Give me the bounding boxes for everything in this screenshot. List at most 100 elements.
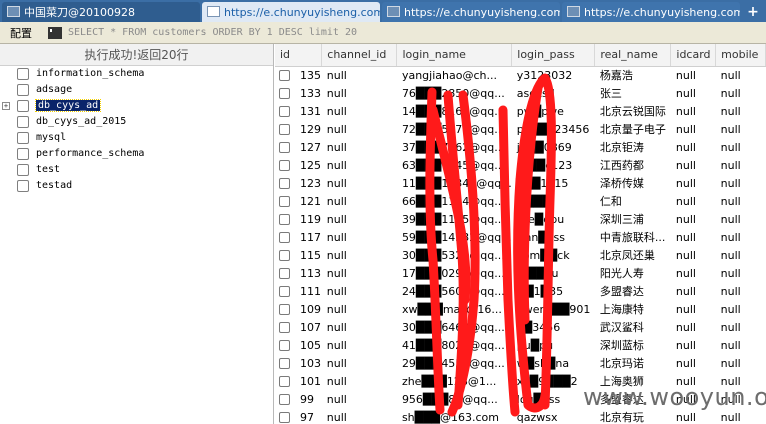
table-row[interactable]: 131 null 14███8169@qq... pw█pwe 北京云锐国际 null nu… bbox=[275, 102, 766, 120]
database-item[interactable]: db_cyys_ad_2015 bbox=[0, 114, 273, 130]
tab-label: 中国菜刀@20100928 bbox=[24, 6, 135, 19]
tab-url[interactable]: https://e.chunyuyisheng.com... bbox=[562, 2, 740, 22]
column-header[interactable]: login_name bbox=[396, 44, 513, 67]
table-cell: a██1015 bbox=[516, 176, 569, 190]
table-row[interactable]: 113 null 17███0298@qq... re██ou 阳光人寿 null null bbox=[275, 264, 766, 282]
config-button[interactable]: 配置 bbox=[0, 25, 48, 41]
sql-query-input[interactable]: SELECT * FROM customers ORDER BY 1 DESC … bbox=[68, 27, 357, 38]
column-header[interactable]: real_name bbox=[594, 44, 672, 67]
table-cell: 29███4556@qq... bbox=[401, 356, 505, 370]
table-row[interactable]: 115 null 30███5329@qq... com██ck 北京凤还巢 null nu… bbox=[275, 246, 766, 264]
table-cell: null bbox=[720, 176, 741, 190]
row-checkbox-icon[interactable] bbox=[279, 70, 290, 82]
row-checkbox-icon[interactable] bbox=[279, 304, 290, 315]
browser-page-icon bbox=[567, 6, 580, 17]
column-header[interactable]: mobile bbox=[715, 44, 766, 67]
table-row[interactable]: 117 null 59███14532@qq... rinn█ass 中青旅联科... n… bbox=[275, 228, 766, 246]
tab-label: https://e.chunyuyisheng.com... bbox=[224, 5, 380, 19]
table-cell: null bbox=[675, 266, 696, 280]
row-checkbox-icon[interactable] bbox=[279, 178, 290, 189]
table-cell: zhe███128@1... bbox=[401, 374, 497, 388]
table-cell: null bbox=[326, 410, 347, 424]
database-item[interactable]: + db_cyys_ad bbox=[0, 98, 273, 114]
row-checkbox-icon[interactable] bbox=[279, 88, 290, 99]
row-checkbox-icon[interactable] bbox=[279, 196, 290, 207]
id-cell: 117 bbox=[275, 228, 322, 246]
table-row[interactable]: 129 null 72███5570@qq... pa██123456 北京量子电子 nu… bbox=[275, 120, 766, 138]
table-row[interactable]: 121 null 66███1184@qq... ████ 仁和 null null bbox=[275, 192, 766, 210]
table-row[interactable]: 111 null 24███5606@qq... ██1█35 多盟睿达 null null bbox=[275, 282, 766, 300]
table-row[interactable]: 119 null 39███1105@qq... bre█dpu 深圳三浦 null nul… bbox=[275, 210, 766, 228]
table-cell: null bbox=[675, 104, 696, 118]
table-cell: null bbox=[675, 86, 696, 100]
table-cell: 阳光人寿 bbox=[599, 267, 644, 280]
database-item[interactable]: test bbox=[0, 162, 273, 178]
row-checkbox-icon[interactable] bbox=[279, 160, 290, 171]
table-cell: 仁和 bbox=[599, 195, 622, 208]
row-checkbox-icon[interactable] bbox=[279, 142, 290, 153]
table-row[interactable]: 133 null 76███2850@qq... asdzsd 张三 null null bbox=[275, 84, 766, 102]
table-row[interactable]: 105 null 41███8023@qq... pu█pu 深圳蓝标 null null bbox=[275, 336, 766, 354]
database-icon bbox=[17, 180, 29, 192]
table-cell: null bbox=[720, 194, 741, 208]
table-cell: bre█dpu bbox=[516, 212, 565, 226]
database-item[interactable]: testad bbox=[0, 178, 273, 194]
table-cell: 24███5606@qq... bbox=[401, 284, 505, 298]
database-name: mysql bbox=[36, 132, 67, 143]
row-checkbox-icon[interactable] bbox=[279, 394, 290, 405]
table-cell: ju██0869 bbox=[516, 140, 572, 154]
table-row[interactable]: 103 null 29███4556@qq... w█sh█na 北京玛诺 null nul… bbox=[275, 354, 766, 372]
column-header[interactable]: id bbox=[275, 44, 323, 67]
tab-url-active[interactable]: https://e.chunyuyisheng.com... bbox=[202, 2, 380, 22]
table-row[interactable]: 127 null 37███7562@qq... ju██0869 北京钜涛 null nu… bbox=[275, 138, 766, 156]
row-checkbox-icon[interactable] bbox=[279, 106, 290, 117]
row-checkbox-icon[interactable] bbox=[279, 358, 290, 369]
database-list: information_schema adsage + db_cyys_ad db_cy… bbox=[0, 66, 273, 194]
table-row[interactable]: 107 null 30███6460@qq... 1█3456 武汉鲨科 null null bbox=[275, 318, 766, 336]
table-cell: null bbox=[720, 266, 741, 280]
id-value: 129 bbox=[300, 122, 321, 136]
row-checkbox-icon[interactable] bbox=[279, 286, 290, 297]
row-checkbox-icon[interactable] bbox=[279, 412, 290, 423]
tab-caidao[interactable]: 中国菜刀@20100928 bbox=[2, 2, 200, 22]
table-cell: xw███mail@16... bbox=[401, 302, 502, 316]
row-checkbox-icon[interactable] bbox=[279, 376, 290, 387]
table-cell: 66███1184@qq... bbox=[401, 194, 505, 208]
id-value: 111 bbox=[300, 284, 321, 298]
table-cell: null bbox=[720, 230, 741, 244]
column-header[interactable]: login_pass bbox=[511, 44, 596, 67]
id-cell: 99 bbox=[275, 390, 322, 408]
row-checkbox-icon[interactable] bbox=[279, 214, 290, 225]
database-item[interactable]: mysql bbox=[0, 130, 273, 146]
table-cell: null bbox=[675, 158, 696, 172]
id-value: 97 bbox=[300, 410, 314, 424]
row-checkbox-icon[interactable] bbox=[279, 250, 290, 261]
expand-icon[interactable]: + bbox=[2, 102, 10, 110]
table-cell: 76███2850@qq... bbox=[401, 86, 505, 100]
database-item[interactable]: adsage bbox=[0, 82, 273, 98]
id-value: 135 bbox=[300, 68, 321, 82]
id-value: 99 bbox=[300, 392, 314, 406]
row-checkbox-icon[interactable] bbox=[279, 340, 290, 351]
table-row[interactable]: 123 null 11███10346@qq... a██1015 泽桥传媒 null nu… bbox=[275, 174, 766, 192]
table-cell: 72███5570@qq... bbox=[401, 122, 505, 136]
table-cell: null bbox=[326, 212, 347, 226]
table-cell: null bbox=[720, 104, 741, 118]
new-tab-button[interactable]: + bbox=[742, 2, 764, 22]
table-row[interactable]: 109 null xw███mail@16... qwer███901 上海康特 null… bbox=[275, 300, 766, 318]
column-header[interactable]: channel_id bbox=[321, 44, 398, 67]
table-row[interactable]: 125 null 63███7345@qq... zz██c123 江西药都 null nu… bbox=[275, 156, 766, 174]
database-name: db_cyys_ad bbox=[34, 99, 102, 112]
row-checkbox-icon[interactable] bbox=[279, 322, 290, 333]
column-header[interactable]: idcard bbox=[670, 44, 717, 67]
row-checkbox-icon[interactable] bbox=[279, 232, 290, 243]
table-cell: null bbox=[720, 158, 741, 172]
database-item[interactable]: performance_schema bbox=[0, 146, 273, 162]
table-cell: 11███10346@qq... bbox=[401, 176, 512, 190]
table-cell: null bbox=[720, 320, 741, 334]
table-row[interactable]: 135 null yangjiahao@ch... y3123032 杨嘉浩 null nu… bbox=[275, 66, 766, 84]
database-item[interactable]: information_schema bbox=[0, 66, 273, 82]
tab-url[interactable]: https://e.chunyuyisheng.com... bbox=[382, 2, 560, 22]
row-checkbox-icon[interactable] bbox=[279, 124, 290, 135]
row-checkbox-icon[interactable] bbox=[279, 268, 290, 279]
